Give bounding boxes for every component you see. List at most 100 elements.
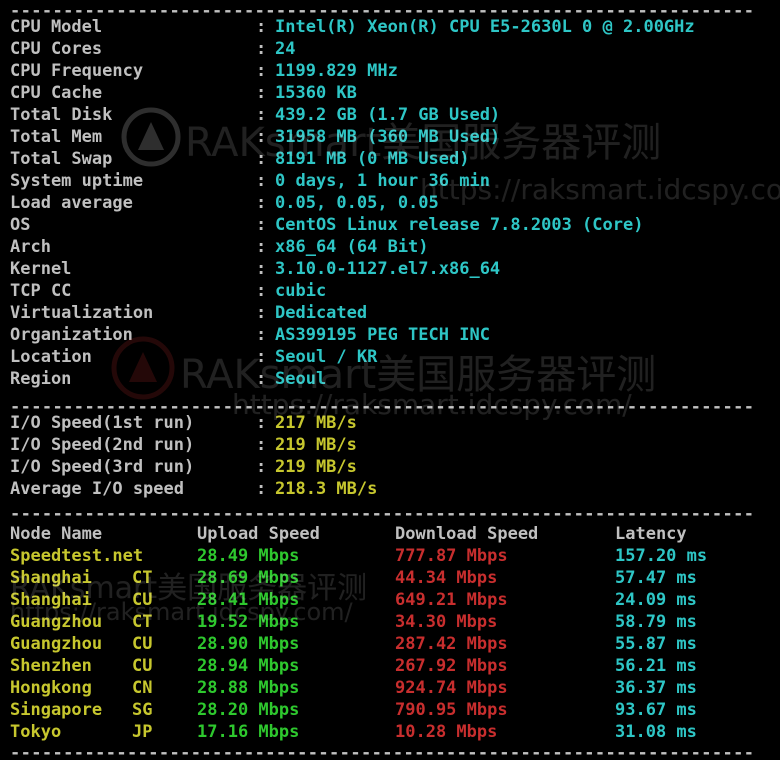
upload-speed: 28.90 Mbps (197, 634, 300, 654)
info-label: CPU Cache (10, 83, 103, 103)
info-label: Total Swap (10, 149, 113, 169)
download-speed: 287.42 Mbps (395, 634, 508, 654)
speedtest-row: Shanghai CU 28.41 Mbps 649.21 Mbps 24.09 ms (0, 589, 780, 611)
speedtest-row: Guangzhou CU 28.90 Mbps 287.42 Mbps 55.87 ms (0, 633, 780, 655)
info-label: CPU Cores (10, 39, 103, 59)
info-label: Virtualization (10, 303, 154, 323)
io-label: Average I/O speed (10, 479, 184, 499)
info-colon: : (256, 325, 267, 345)
io-colon: : (256, 457, 267, 477)
info-colon: : (256, 105, 267, 125)
io-speed-row: I/O Speed(3rd run):219 MB/s (0, 456, 780, 478)
node-name: Shenzhen (10, 656, 92, 676)
info-colon: : (256, 61, 267, 81)
latency: 57.47 ms (615, 568, 697, 588)
system-info-row: TCP CC: cubic (0, 280, 780, 302)
header-latency: Latency (615, 524, 687, 544)
node-name: Singapore (10, 700, 103, 720)
node-isp: CN (132, 678, 153, 698)
io-value: 218.3 MB/s (275, 479, 378, 499)
latency: 24.09 ms (615, 590, 697, 610)
info-label: Load average (10, 193, 133, 213)
upload-speed: 28.41 Mbps (197, 590, 300, 610)
node-name: Hongkong (10, 678, 92, 698)
system-info-row: System uptime:0 days, 1 hour 36 min (0, 170, 780, 192)
io-colon: : (256, 479, 267, 499)
download-speed: 777.87 Mbps (395, 546, 508, 566)
system-info-row: Arch: x86_64 (64 Bit) (0, 236, 780, 258)
latency: 36.37 ms (615, 678, 697, 698)
info-value: CentOS Linux release 7.8.2003 (Core) (275, 215, 644, 235)
info-value: 15360 KB (275, 83, 357, 103)
info-label: Region (10, 369, 72, 389)
node-isp: CU (132, 590, 153, 610)
system-info-row: Location: Seoul / KR (0, 346, 780, 368)
system-info-row: Load average:0.05, 0.05, 0.05 (0, 192, 780, 214)
node-name: Tokyo (10, 722, 62, 742)
info-value: x86_64 (64 Bit) (275, 237, 429, 257)
info-colon: : (256, 347, 267, 367)
system-info-row: Kernel:3.10.0-1127.el7.x86_64 (0, 258, 780, 280)
upload-speed: 28.49 Mbps (197, 546, 300, 566)
info-colon: : (256, 149, 267, 169)
info-label: Arch (10, 237, 51, 257)
system-info-row: CPU Model: Intel(R) Xeon(R) CPU E5-2630L … (0, 16, 780, 38)
info-value: 0 days, 1 hour 36 min (275, 171, 490, 191)
upload-speed: 17.16 Mbps (197, 722, 300, 742)
speedtest-row: Speedtest.net 28.49 Mbps 777.87 Mbps 157.20… (0, 545, 780, 567)
io-label: I/O Speed(1st run) (10, 413, 195, 433)
info-value: 1199.829 MHz (275, 61, 398, 81)
system-info-row: Total Disk:439.2 GB (1.7 GB Used) (0, 104, 780, 126)
io-speed-row: Average I/O speed:218.3 MB/s (0, 478, 780, 500)
system-info-row: CPU Frequency:1199.829 MHz (0, 60, 780, 82)
info-label: CPU Frequency (10, 61, 144, 81)
separator-speedtest: ----------------------------------------… (0, 503, 780, 525)
info-label: Kernel (10, 259, 72, 279)
info-label: System uptime (10, 171, 144, 191)
latency: 56.21 ms (615, 656, 697, 676)
node-name: Speedtest.net (10, 546, 144, 566)
latency: 93.67 ms (615, 700, 697, 720)
node-isp: CU (132, 656, 153, 676)
terminal-window[interactable]: ----------------------------------------… (0, 0, 780, 760)
info-colon: : (256, 127, 267, 147)
info-colon: : (256, 193, 267, 213)
speedtest-row: Hongkong CN 28.88 Mbps 924.74 Mbps 36.37 ms (0, 677, 780, 699)
upload-speed: 28.88 Mbps (197, 678, 300, 698)
system-info-row: OS: CentOS Linux release 7.8.2003 (Core) (0, 214, 780, 236)
speedtest-row: Tokyo JP 17.16 Mbps 10.28 Mbps 31.08 ms (0, 721, 780, 743)
info-colon: : (256, 237, 267, 257)
speedtest-row: Singapore SG 28.20 Mbps 790.95 Mbps 93.67 ms (0, 699, 780, 721)
info-value: 24 (275, 39, 296, 59)
io-speed-row: I/O Speed(1st run):217 MB/s (0, 412, 780, 434)
info-colon: : (256, 39, 267, 59)
header-download-speed: Download Speed (395, 524, 539, 544)
node-name: Shanghai (10, 568, 92, 588)
latency: 157.20 ms (615, 546, 708, 566)
info-value: Intel(R) Xeon(R) CPU E5-2630L 0 @ 2.00GH… (275, 17, 695, 37)
node-isp: CT (132, 612, 153, 632)
download-speed: 10.28 Mbps (395, 722, 498, 742)
info-value: cubic (275, 281, 327, 301)
header-node-name: Node Name (10, 524, 103, 544)
node-isp: CT (132, 568, 153, 588)
info-colon: : (256, 215, 267, 235)
download-speed: 649.21 Mbps (395, 590, 508, 610)
latency: 55.87 ms (615, 634, 697, 654)
download-speed: 267.92 Mbps (395, 656, 508, 676)
info-label: Total Disk (10, 105, 113, 125)
node-name: Guangzhou (10, 634, 103, 654)
info-colon: : (256, 83, 267, 103)
latency: 31.08 ms (615, 722, 697, 742)
upload-speed: 28.20 Mbps (197, 700, 300, 720)
info-colon: : (256, 259, 267, 279)
info-label: Organization (10, 325, 133, 345)
upload-speed: 28.94 Mbps (197, 656, 300, 676)
info-label: Total Mem (10, 127, 103, 147)
io-colon: : (256, 435, 267, 455)
speedtest-header-row: Node Name Upload Speed Download Speed La… (0, 523, 780, 545)
info-label: Location (10, 347, 92, 367)
separator-bottom: ----------------------------------------… (0, 742, 780, 760)
io-label: I/O Speed(2nd run) (10, 435, 195, 455)
info-value: AS399195 PEG TECH INC (275, 325, 490, 345)
